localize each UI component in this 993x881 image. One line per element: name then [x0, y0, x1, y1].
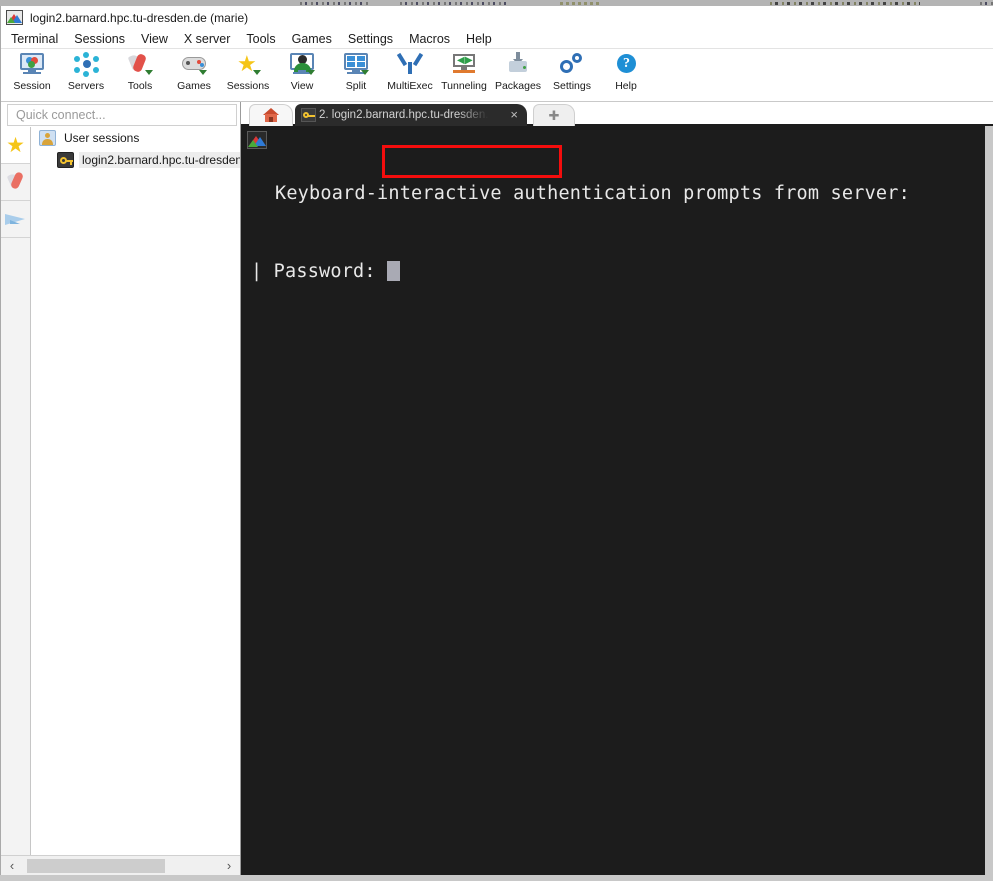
toolbar: Session Servers Tools Games ★ Sessions V…	[1, 49, 993, 102]
tab-session-login2[interactable]: 2. login2.barnard.hpc.tu-dresden.de ( ×	[295, 104, 527, 126]
menu-bar: Terminal Sessions View X server Tools Ga…	[1, 29, 993, 49]
servers-network-icon	[71, 51, 101, 79]
tree-node-session-login2[interactable]: login2.barnard.hpc.tu-dresden.d…	[31, 149, 240, 171]
toolbar-label: Help	[615, 80, 637, 92]
home-house-icon	[263, 108, 279, 123]
toolbar-button-multiexec[interactable]: MultiExec	[383, 49, 437, 92]
session-monitor-icon	[17, 51, 47, 79]
tree-node-user-sessions[interactable]: User sessions	[31, 127, 240, 149]
quick-connect-input[interactable]: Quick connect...	[7, 104, 237, 126]
toolbar-button-view[interactable]: View	[275, 49, 329, 92]
ssh-key-icon	[57, 152, 74, 168]
menu-settings[interactable]: Settings	[340, 30, 401, 48]
terminal-cursor	[387, 261, 401, 281]
toolbar-label: Packages	[494, 80, 542, 92]
sidebar-horizontal-scrollbar[interactable]: ‹ ›	[1, 855, 240, 875]
view-monitor-icon	[287, 51, 317, 79]
tab-label-fade	[457, 104, 499, 126]
menu-view[interactable]: View	[133, 30, 176, 48]
toolbar-button-tools[interactable]: Tools	[113, 49, 167, 92]
menu-help[interactable]: Help	[458, 30, 500, 48]
close-icon[interactable]: ×	[510, 107, 518, 122]
user-sessions-icon	[39, 130, 56, 146]
sidebar-rail-favorites[interactable]: ★	[1, 127, 30, 164]
toolbar-label: Servers	[67, 80, 105, 92]
scrollbar-thumb[interactable]	[27, 858, 165, 873]
toolbar-label: MultiExec	[387, 80, 433, 92]
mobaxterm-logo-icon	[6, 10, 23, 25]
multiexec-fork-icon	[395, 51, 425, 79]
tab-home[interactable]	[249, 104, 293, 126]
toolbar-label: Games	[177, 80, 211, 92]
toolbar-label: Tunneling	[441, 80, 487, 92]
menu-macros[interactable]: Macros	[401, 30, 458, 48]
help-question-icon: ?	[611, 51, 641, 79]
sidebar-rail-tools[interactable]	[1, 164, 30, 201]
sidebar-rail-sftp[interactable]	[1, 201, 30, 238]
star-icon: ★	[6, 133, 25, 157]
toolbar-label: Settings	[553, 80, 591, 92]
toolbar-label: Sessions	[226, 80, 270, 92]
scroll-right-arrow[interactable]: ›	[218, 858, 240, 873]
toolbar-button-sessions[interactable]: ★ Sessions	[221, 49, 275, 93]
knife-icon	[6, 171, 26, 193]
tree-node-label: User sessions	[64, 131, 140, 145]
scrollbar-track[interactable]	[23, 858, 218, 873]
toolbar-button-settings[interactable]: Settings	[545, 49, 599, 92]
toolbar-button-tunneling[interactable]: ◀ ▶ Tunneling	[437, 49, 491, 92]
menu-terminal[interactable]: Terminal	[3, 30, 66, 48]
terminal-column: 2. login2.barnard.hpc.tu-dresden.de ( × …	[241, 102, 993, 875]
new-tab-button[interactable]: ✚	[533, 104, 575, 126]
toolbar-button-help[interactable]: ? Help	[599, 49, 653, 92]
menu-games[interactable]: Games	[284, 30, 340, 48]
tools-knife-icon	[125, 51, 155, 79]
tunneling-arrows-icon: ◀ ▶	[449, 51, 479, 79]
toolbar-label: Session	[13, 80, 51, 92]
menu-sessions[interactable]: Sessions	[66, 30, 133, 48]
sidebar: Quick connect... ★ User sessions login2.…	[1, 102, 241, 875]
sidebar-rail: ★	[1, 127, 31, 855]
scroll-left-arrow[interactable]: ‹	[1, 858, 23, 873]
terminal-output[interactable]: Keyboard-interactive authentication prom…	[241, 126, 993, 875]
toolbar-label: Split	[345, 80, 367, 92]
menu-tools[interactable]: Tools	[238, 30, 283, 48]
toolbar-label: Tools	[127, 80, 153, 92]
mobaxterm-window: login2.barnard.hpc.tu-dresden.de (marie)…	[0, 6, 993, 875]
content-area: Quick connect... ★ User sessions login2.…	[1, 102, 993, 875]
packages-download-icon	[503, 51, 533, 79]
terminal-password-label: | Password:	[251, 261, 388, 282]
window-title: login2.barnard.hpc.tu-dresden.de (marie)	[30, 10, 249, 25]
split-grid-icon	[341, 51, 371, 79]
terminal-line-password: | Password:	[247, 259, 985, 285]
toolbar-button-packages[interactable]: Packages	[491, 49, 545, 92]
toolbar-button-games[interactable]: Games	[167, 49, 221, 92]
mobaxterm-logo-icon	[247, 131, 267, 149]
settings-gears-icon	[557, 51, 587, 79]
quick-connect-placeholder: Quick connect...	[16, 108, 106, 122]
sidebar-body: ★ User sessions login2.barnard.hpc.tu-dr…	[1, 127, 240, 855]
toolbar-button-split[interactable]: Split	[329, 49, 383, 92]
tree-node-label: login2.barnard.hpc.tu-dresden.d…	[79, 152, 240, 168]
toolbar-label: View	[290, 80, 314, 92]
title-bar: login2.barnard.hpc.tu-dresden.de (marie)	[1, 6, 993, 29]
games-gamepad-icon	[179, 51, 209, 79]
app-root: login2.barnard.hpc.tu-dresden.de (marie)…	[0, 0, 993, 881]
sessions-star-icon: ★	[233, 51, 263, 79]
terminal-line-prompt-header: Keyboard-interactive authentication prom…	[275, 183, 910, 204]
toolbar-button-session[interactable]: Session	[5, 49, 59, 92]
tab-bar: 2. login2.barnard.hpc.tu-dresden.de ( × …	[241, 102, 993, 126]
paper-plane-icon	[4, 210, 27, 228]
session-tree: User sessions login2.barnard.hpc.tu-dres…	[31, 127, 240, 855]
ssh-key-icon	[301, 108, 316, 122]
toolbar-button-servers[interactable]: Servers	[59, 49, 113, 92]
plus-icon: ✚	[548, 108, 560, 123]
menu-x-server[interactable]: X server	[176, 30, 239, 48]
